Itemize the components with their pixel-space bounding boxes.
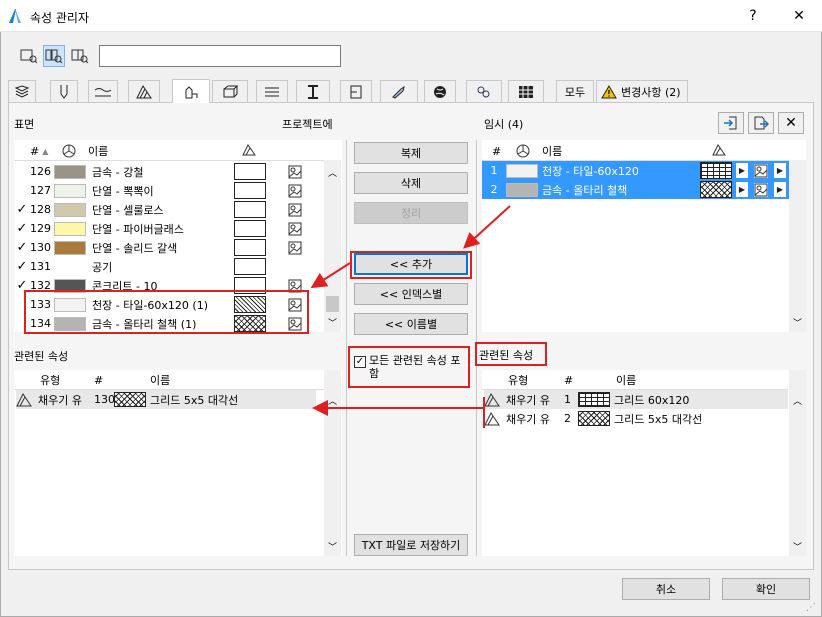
resize-grip-icon[interactable]: ⋰ [806, 602, 818, 614]
cancel-button[interactable]: 취소 [622, 578, 710, 600]
tab-surfaces[interactable] [172, 79, 210, 103]
ok-button[interactable]: 확인 [722, 578, 810, 600]
annotation-arrows [310, 205, 511, 428]
